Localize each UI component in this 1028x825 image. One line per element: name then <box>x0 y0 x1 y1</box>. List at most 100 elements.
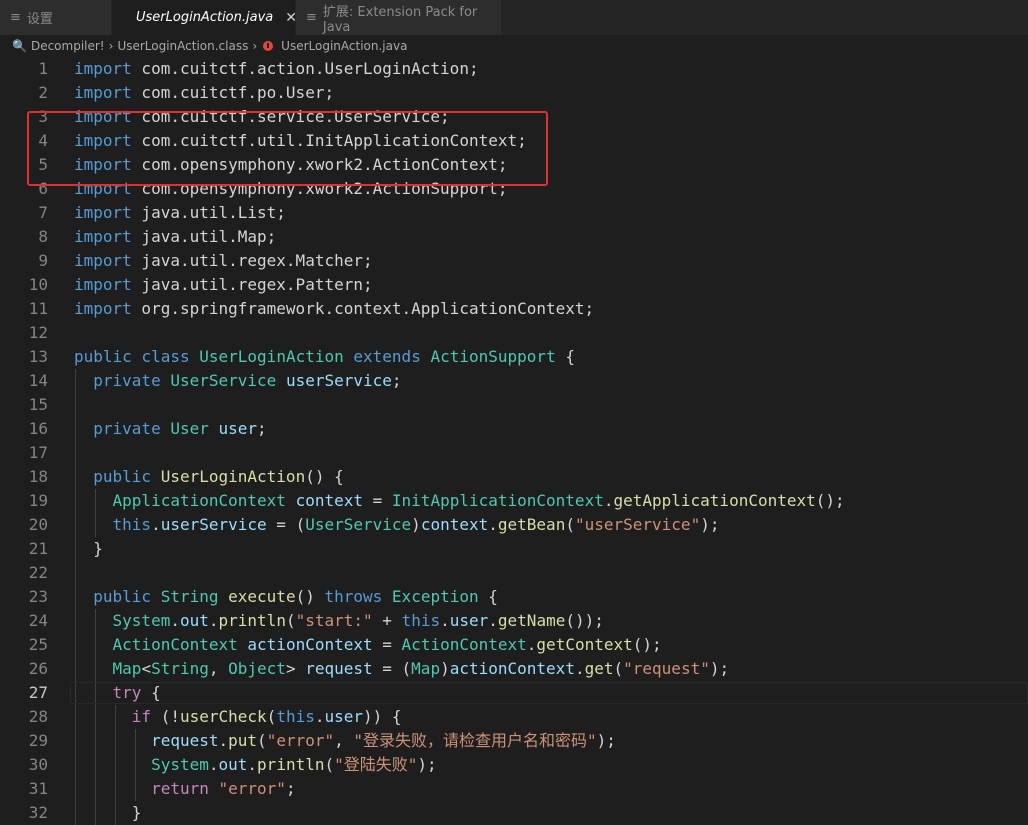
line-number: 19 <box>28 491 48 510</box>
java-icon <box>263 41 274 51</box>
code-line[interactable]: 9 import java.util.regex.Matcher; <box>0 249 1028 273</box>
code-token: "登陆失败" <box>334 755 418 774</box>
code-line[interactable]: 16 private User user; <box>0 417 1028 441</box>
code-line[interactable]: 27 try { <box>0 681 1028 705</box>
code-editor[interactable]: 1 import com.cuitctf.action.UserLoginActi… <box>0 57 1028 825</box>
code-token: ActionSupport <box>430 347 556 366</box>
code-token: Object <box>228 659 286 678</box>
line-number: 30 <box>28 755 48 774</box>
code-token: "error" <box>266 731 335 750</box>
line-code: try { <box>74 681 161 705</box>
code-token: this <box>401 611 441 630</box>
code-token: ) <box>411 515 421 534</box>
code-token: } <box>74 539 103 558</box>
code-token: getBean <box>497 515 566 534</box>
code-line[interactable]: 30 System.out.println("登陆失败"); <box>0 753 1028 777</box>
code-token: "登录失败，请检查用户名和密码" <box>353 731 597 750</box>
code-line[interactable]: 7 import java.util.List; <box>0 201 1028 225</box>
code-token: class <box>141 347 190 366</box>
code-token: user <box>324 707 364 726</box>
code-line[interactable]: 31 return "error"; <box>0 777 1028 801</box>
line-code: import org.springframework.context.Appli… <box>74 297 594 321</box>
code-token: getContext <box>536 635 633 654</box>
code-line[interactable]: 10 import java.util.regex.Pattern; <box>0 273 1028 297</box>
breadcrumb-item[interactable]: UserLoginAction.class <box>117 39 248 53</box>
line-number: 7 <box>38 203 48 222</box>
code-token: ( <box>613 659 624 678</box>
tab-label: UserLoginAction.java <box>136 10 274 25</box>
breadcrumb-item[interactable]: Decompiler! <box>31 39 105 53</box>
line-code: public UserLoginAction() { <box>74 465 343 489</box>
code-token: = ( <box>372 659 412 678</box>
tab-extension[interactable]: ≡ 扩展: Extension Pack for Java <box>296 0 502 35</box>
code-token: getApplicationContext <box>613 491 816 510</box>
code-token: ; <box>257 419 267 438</box>
code-line[interactable]: 26 Map<String, Object> request = (Map)ac… <box>0 657 1028 681</box>
tab-settings[interactable]: ≡ 设置 <box>0 0 112 35</box>
code-token: + <box>372 611 402 630</box>
code-line[interactable]: 18 public UserLoginAction() { <box>0 465 1028 489</box>
code-token: UserLoginAction <box>199 347 344 366</box>
code-line[interactable]: 23 public String execute() throws Except… <box>0 585 1028 609</box>
code-line[interactable]: 11 import org.springframework.context.App… <box>0 297 1028 321</box>
code-line[interactable]: 22 <box>0 561 1028 585</box>
line-number: 22 <box>28 563 48 582</box>
code-line[interactable]: 19 ApplicationContext context = InitAppl… <box>0 489 1028 513</box>
code-line[interactable]: 25 ActionContext actionContext = ActionC… <box>0 633 1028 657</box>
code-token: println <box>218 611 286 630</box>
code-line[interactable]: 1 import com.cuitctf.action.UserLoginActi… <box>0 57 1028 81</box>
code-token: String <box>151 659 209 678</box>
code-line[interactable]: 24 System.out.println("start:" + this.us… <box>0 609 1028 633</box>
code-token: "userService" <box>574 515 701 534</box>
code-token: java.util.List; <box>131 203 286 222</box>
code-line[interactable]: 17 <box>0 441 1028 465</box>
code-token: (); <box>632 635 662 654</box>
code-token: this <box>112 515 152 534</box>
code-token: import <box>74 83 132 102</box>
tab-userloginaction[interactable]: UserLoginAction.java ✕ <box>112 0 297 35</box>
code-token: public <box>93 467 152 486</box>
code-token: out <box>179 611 209 630</box>
code-token: System <box>112 611 171 630</box>
code-token: . <box>218 731 229 750</box>
breadcrumb-item[interactable]: UserLoginAction.java <box>281 39 407 53</box>
code-line[interactable]: 32 } <box>0 801 1028 825</box>
code-token: . <box>208 611 219 630</box>
code-token: "error" <box>218 779 286 798</box>
code-line[interactable]: 8 import java.util.Map; <box>0 225 1028 249</box>
code-line[interactable]: 21 } <box>0 537 1028 561</box>
line-number: 21 <box>28 539 48 558</box>
code-token: getName <box>497 611 566 630</box>
code-line[interactable]: 20 this.userService = (UserService)conte… <box>0 513 1028 537</box>
code-line[interactable]: 28 if (!userCheck(this.user)) { <box>0 705 1028 729</box>
tab-bar: ≡ 设置 UserLoginAction.java ✕ ≡ 扩展: Extens… <box>0 0 1028 35</box>
code-token: ()); <box>565 611 604 630</box>
code-token: ( <box>257 731 267 750</box>
code-token: System <box>151 755 209 774</box>
code-token: . <box>151 515 161 534</box>
code-token: ActionContext <box>401 635 527 654</box>
code-line[interactable]: 12 <box>0 321 1028 345</box>
code-line[interactable]: 15 <box>0 393 1028 417</box>
code-token: private <box>93 419 161 438</box>
line-number: 9 <box>38 251 48 270</box>
code-line[interactable]: 2 import com.cuitctf.po.User; <box>0 81 1028 105</box>
line-code: } <box>74 801 142 825</box>
line-number: 15 <box>28 395 48 414</box>
line-code: if (!userCheck(this.user)) { <box>74 705 402 729</box>
code-line[interactable]: 14 private UserService userService; <box>0 369 1028 393</box>
code-line[interactable]: 13 public class UserLoginAction extends A… <box>0 345 1028 369</box>
line-code: public String execute() throws Exception… <box>74 585 498 609</box>
code-line[interactable]: 29 request.put("error", "登录失败，请检查用户名和密码"… <box>0 729 1028 753</box>
